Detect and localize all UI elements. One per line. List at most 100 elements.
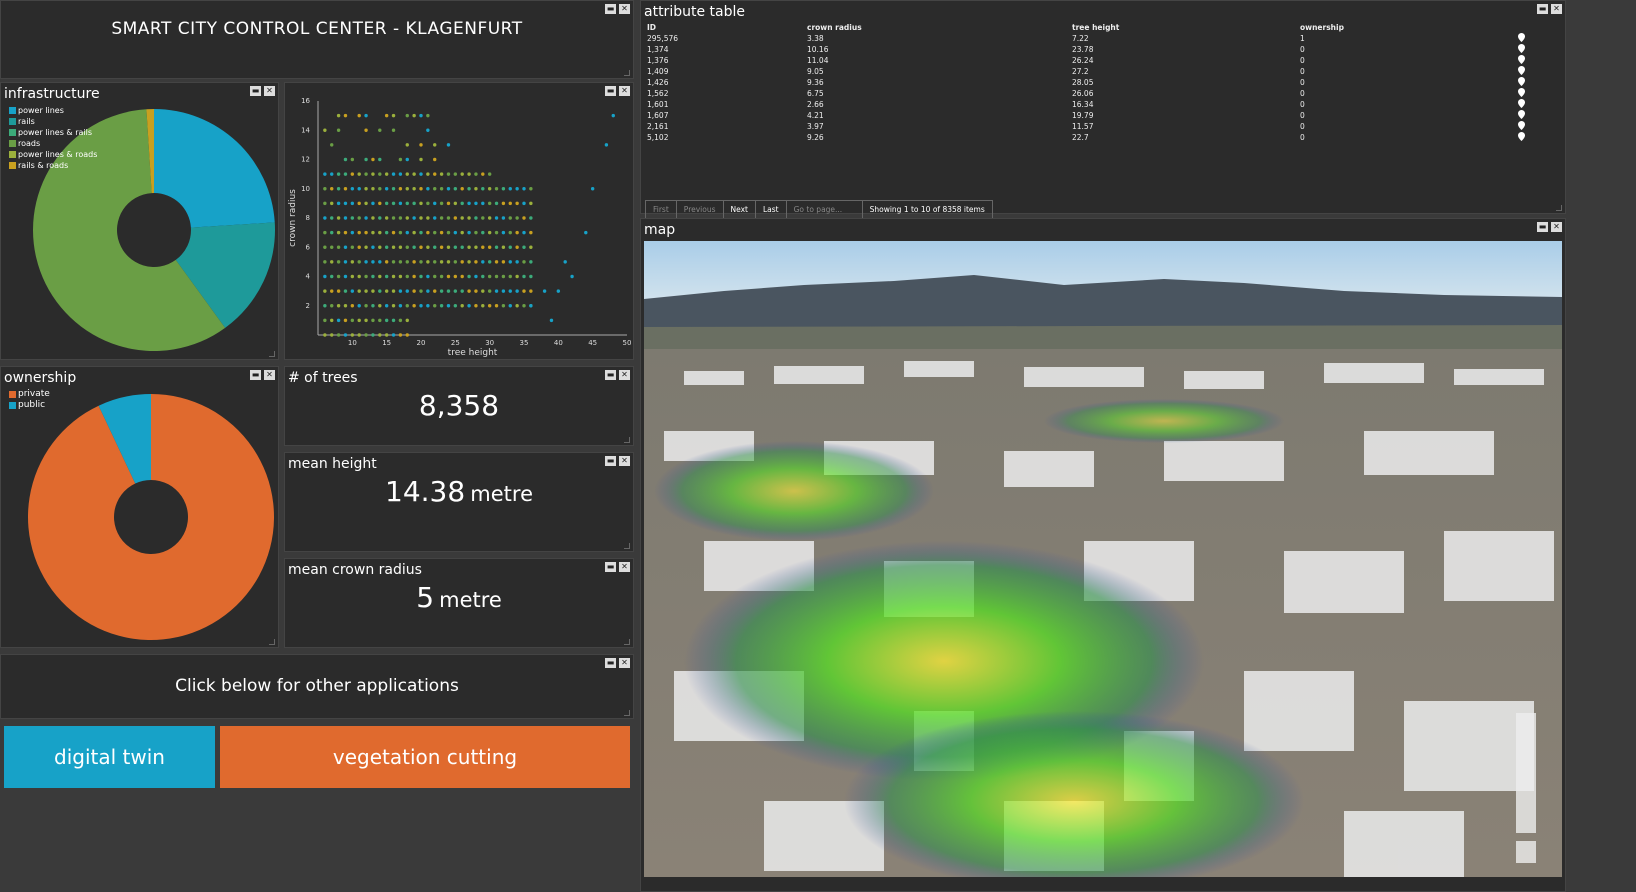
scatter-point	[433, 172, 437, 176]
location-pin-icon[interactable]	[1516, 33, 1565, 44]
attribute-table-panel: attribute table ▬ ✕ ID crown radius tree he…	[640, 0, 1566, 220]
legend-item: private	[9, 389, 50, 400]
column-header[interactable]: crown radius	[805, 22, 1070, 33]
scatter-point	[364, 333, 368, 337]
scatter-point	[391, 274, 396, 279]
close-icon[interactable]: ✕	[619, 4, 630, 14]
resize-handle[interactable]	[624, 70, 630, 76]
digital-twin-button[interactable]: digital twin	[4, 726, 215, 788]
table-row[interactable]: 1,601 2.66 16.34 0	[645, 99, 1565, 110]
minimize-icon[interactable]: ▬	[605, 456, 616, 466]
scatter-point	[460, 172, 464, 176]
resize-handle[interactable]	[624, 437, 630, 443]
scatter-point	[453, 230, 458, 235]
table-cell: 3.38	[807, 34, 824, 43]
scatter-point	[336, 230, 341, 235]
table-cell: 1,409	[647, 67, 669, 76]
scatter-point	[439, 289, 444, 293]
scatter-point	[474, 304, 478, 308]
first-page-button[interactable]: First	[646, 201, 677, 219]
table-row[interactable]: 2,161 3.97 11.57 0	[645, 121, 1565, 132]
column-header[interactable]: ownership	[1298, 22, 1516, 33]
next-page-button[interactable]: Next	[724, 201, 756, 219]
resize-handle[interactable]	[624, 639, 630, 645]
resize-handle[interactable]	[269, 639, 275, 645]
scatter-point	[357, 289, 361, 293]
resize-handle[interactable]	[1556, 205, 1562, 211]
scatter-point	[515, 201, 519, 206]
table-row[interactable]: 1,374 10.16 23.78 0	[645, 44, 1565, 55]
last-page-button[interactable]: Last	[756, 201, 787, 219]
mean-crown-display: 5 metre	[285, 581, 633, 614]
table-row[interactable]: 5,102 9.26 22.7 0	[645, 132, 1565, 143]
close-icon[interactable]: ✕	[1551, 222, 1562, 232]
scatter-point	[522, 216, 526, 220]
location-pin-icon[interactable]	[1516, 44, 1565, 55]
table-row[interactable]: 1,607 4.21 19.79 0	[645, 110, 1565, 121]
scatter-point	[330, 172, 334, 176]
scatter-point	[391, 172, 396, 176]
table-row[interactable]: 1,409 9.05 27.2 0	[645, 66, 1565, 77]
close-icon[interactable]: ✕	[619, 562, 630, 572]
location-pin-icon[interactable]	[1516, 55, 1565, 66]
fullscreen-icon[interactable]	[1516, 841, 1536, 863]
location-pin-icon[interactable]	[1516, 110, 1565, 121]
vegetation-cutting-button[interactable]: vegetation cutting	[220, 726, 630, 788]
location-pin-icon[interactable]	[1516, 121, 1565, 132]
close-icon[interactable]: ✕	[1551, 4, 1562, 14]
scatter-point	[323, 187, 327, 191]
minimize-icon[interactable]: ▬	[1537, 4, 1548, 14]
scatter-point	[426, 172, 430, 176]
table-row[interactable]: 1,562 6.75 26.06 0	[645, 88, 1565, 99]
scatter-point	[323, 172, 327, 176]
resize-handle[interactable]	[624, 710, 630, 716]
location-pin-icon[interactable]	[1516, 66, 1565, 77]
scatter-point	[481, 274, 485, 279]
table-row[interactable]: 1,376 11.04 26.24 0	[645, 55, 1565, 66]
scatter-point	[439, 304, 444, 308]
resize-handle[interactable]	[624, 543, 630, 549]
scatter-point	[542, 289, 547, 293]
panel-controls: ▬ ✕	[605, 456, 630, 466]
location-pin-icon[interactable]	[1516, 99, 1565, 110]
minimize-icon[interactable]: ▬	[605, 562, 616, 572]
scatter-point	[357, 216, 361, 220]
table-row[interactable]: 1,426 9.36 28.05 0	[645, 77, 1565, 88]
map-navigation-controls[interactable]	[1516, 713, 1536, 833]
table-cell: 1,607	[647, 111, 669, 120]
scatter-point	[453, 260, 458, 264]
scatter-point	[501, 304, 506, 308]
scatter-point	[419, 113, 423, 118]
close-icon[interactable]: ✕	[619, 658, 630, 668]
close-icon[interactable]: ✕	[619, 370, 630, 380]
minimize-icon[interactable]: ▬	[605, 4, 616, 14]
scatter-point	[336, 245, 341, 249]
scatter-point	[343, 333, 348, 337]
close-icon[interactable]: ✕	[619, 456, 630, 466]
panel-controls: ▬ ✕	[1537, 4, 1562, 14]
location-pin-icon[interactable]	[1516, 77, 1565, 88]
scatter-point	[330, 274, 334, 279]
table-row[interactable]: 295,576 3.38 7.22 1	[645, 33, 1565, 44]
legend-swatch	[9, 391, 16, 398]
legend-item: rails & roads	[9, 160, 97, 171]
minimize-icon[interactable]: ▬	[605, 370, 616, 380]
minimize-icon[interactable]: ▬	[1537, 222, 1548, 232]
location-pin-icon[interactable]	[1516, 132, 1565, 143]
column-header[interactable]: ID	[645, 22, 805, 33]
3d-city-map[interactable]	[644, 241, 1562, 877]
scatter-point	[336, 289, 341, 293]
previous-page-button[interactable]: Previous	[677, 201, 724, 219]
scatter-point	[460, 274, 464, 279]
scatter-point	[371, 318, 375, 323]
scatter-point	[474, 274, 478, 279]
location-pin-icon[interactable]	[1516, 88, 1565, 99]
infrastructure-slice-power-lines[interactable]	[154, 109, 275, 228]
resize-handle[interactable]	[269, 351, 275, 357]
go-to-page-input[interactable]: Go to page...	[787, 201, 863, 219]
column-header[interactable]: tree height	[1070, 22, 1298, 33]
scatter-point	[481, 304, 485, 308]
scatter-point	[515, 216, 519, 220]
scatter-point	[364, 304, 368, 308]
minimize-icon[interactable]: ▬	[605, 658, 616, 668]
